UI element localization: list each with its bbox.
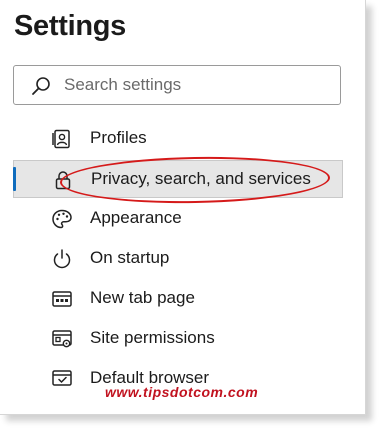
search-input[interactable] xyxy=(64,74,324,96)
nav-item-privacy[interactable]: Privacy, search, and services xyxy=(13,160,343,198)
lock-icon xyxy=(52,169,74,191)
nav-item-label: Profiles xyxy=(90,128,147,147)
nav-item-profiles[interactable]: Profiles xyxy=(13,120,343,158)
nav-item-label: On startup xyxy=(90,248,170,267)
nav-item-new-tab-page[interactable]: New tab page xyxy=(13,280,343,318)
nav-item-appearance[interactable]: Appearance xyxy=(13,200,343,238)
site-permissions-icon xyxy=(51,328,73,350)
nav-item-label: Site permissions xyxy=(90,328,215,347)
nav-item-label: New tab page xyxy=(90,288,195,307)
nav-item-site-permissions[interactable]: Site permissions xyxy=(13,320,343,358)
watermark: www.tipsdotcom.com xyxy=(105,384,259,400)
new-tab-icon xyxy=(51,288,73,310)
default-browser-icon xyxy=(51,368,73,390)
nav-item-label: Privacy, search, and services xyxy=(91,169,311,188)
search-box[interactable] xyxy=(13,65,341,105)
nav-item-on-startup[interactable]: On startup xyxy=(13,240,343,278)
palette-icon xyxy=(51,208,73,230)
selection-indicator xyxy=(13,167,16,191)
settings-panel: Settings Profiles xyxy=(0,0,366,415)
profile-icon xyxy=(51,128,73,150)
nav-item-label: Appearance xyxy=(90,208,182,227)
power-icon xyxy=(51,248,73,270)
search-icon xyxy=(31,76,51,96)
page-title: Settings xyxy=(14,10,126,42)
